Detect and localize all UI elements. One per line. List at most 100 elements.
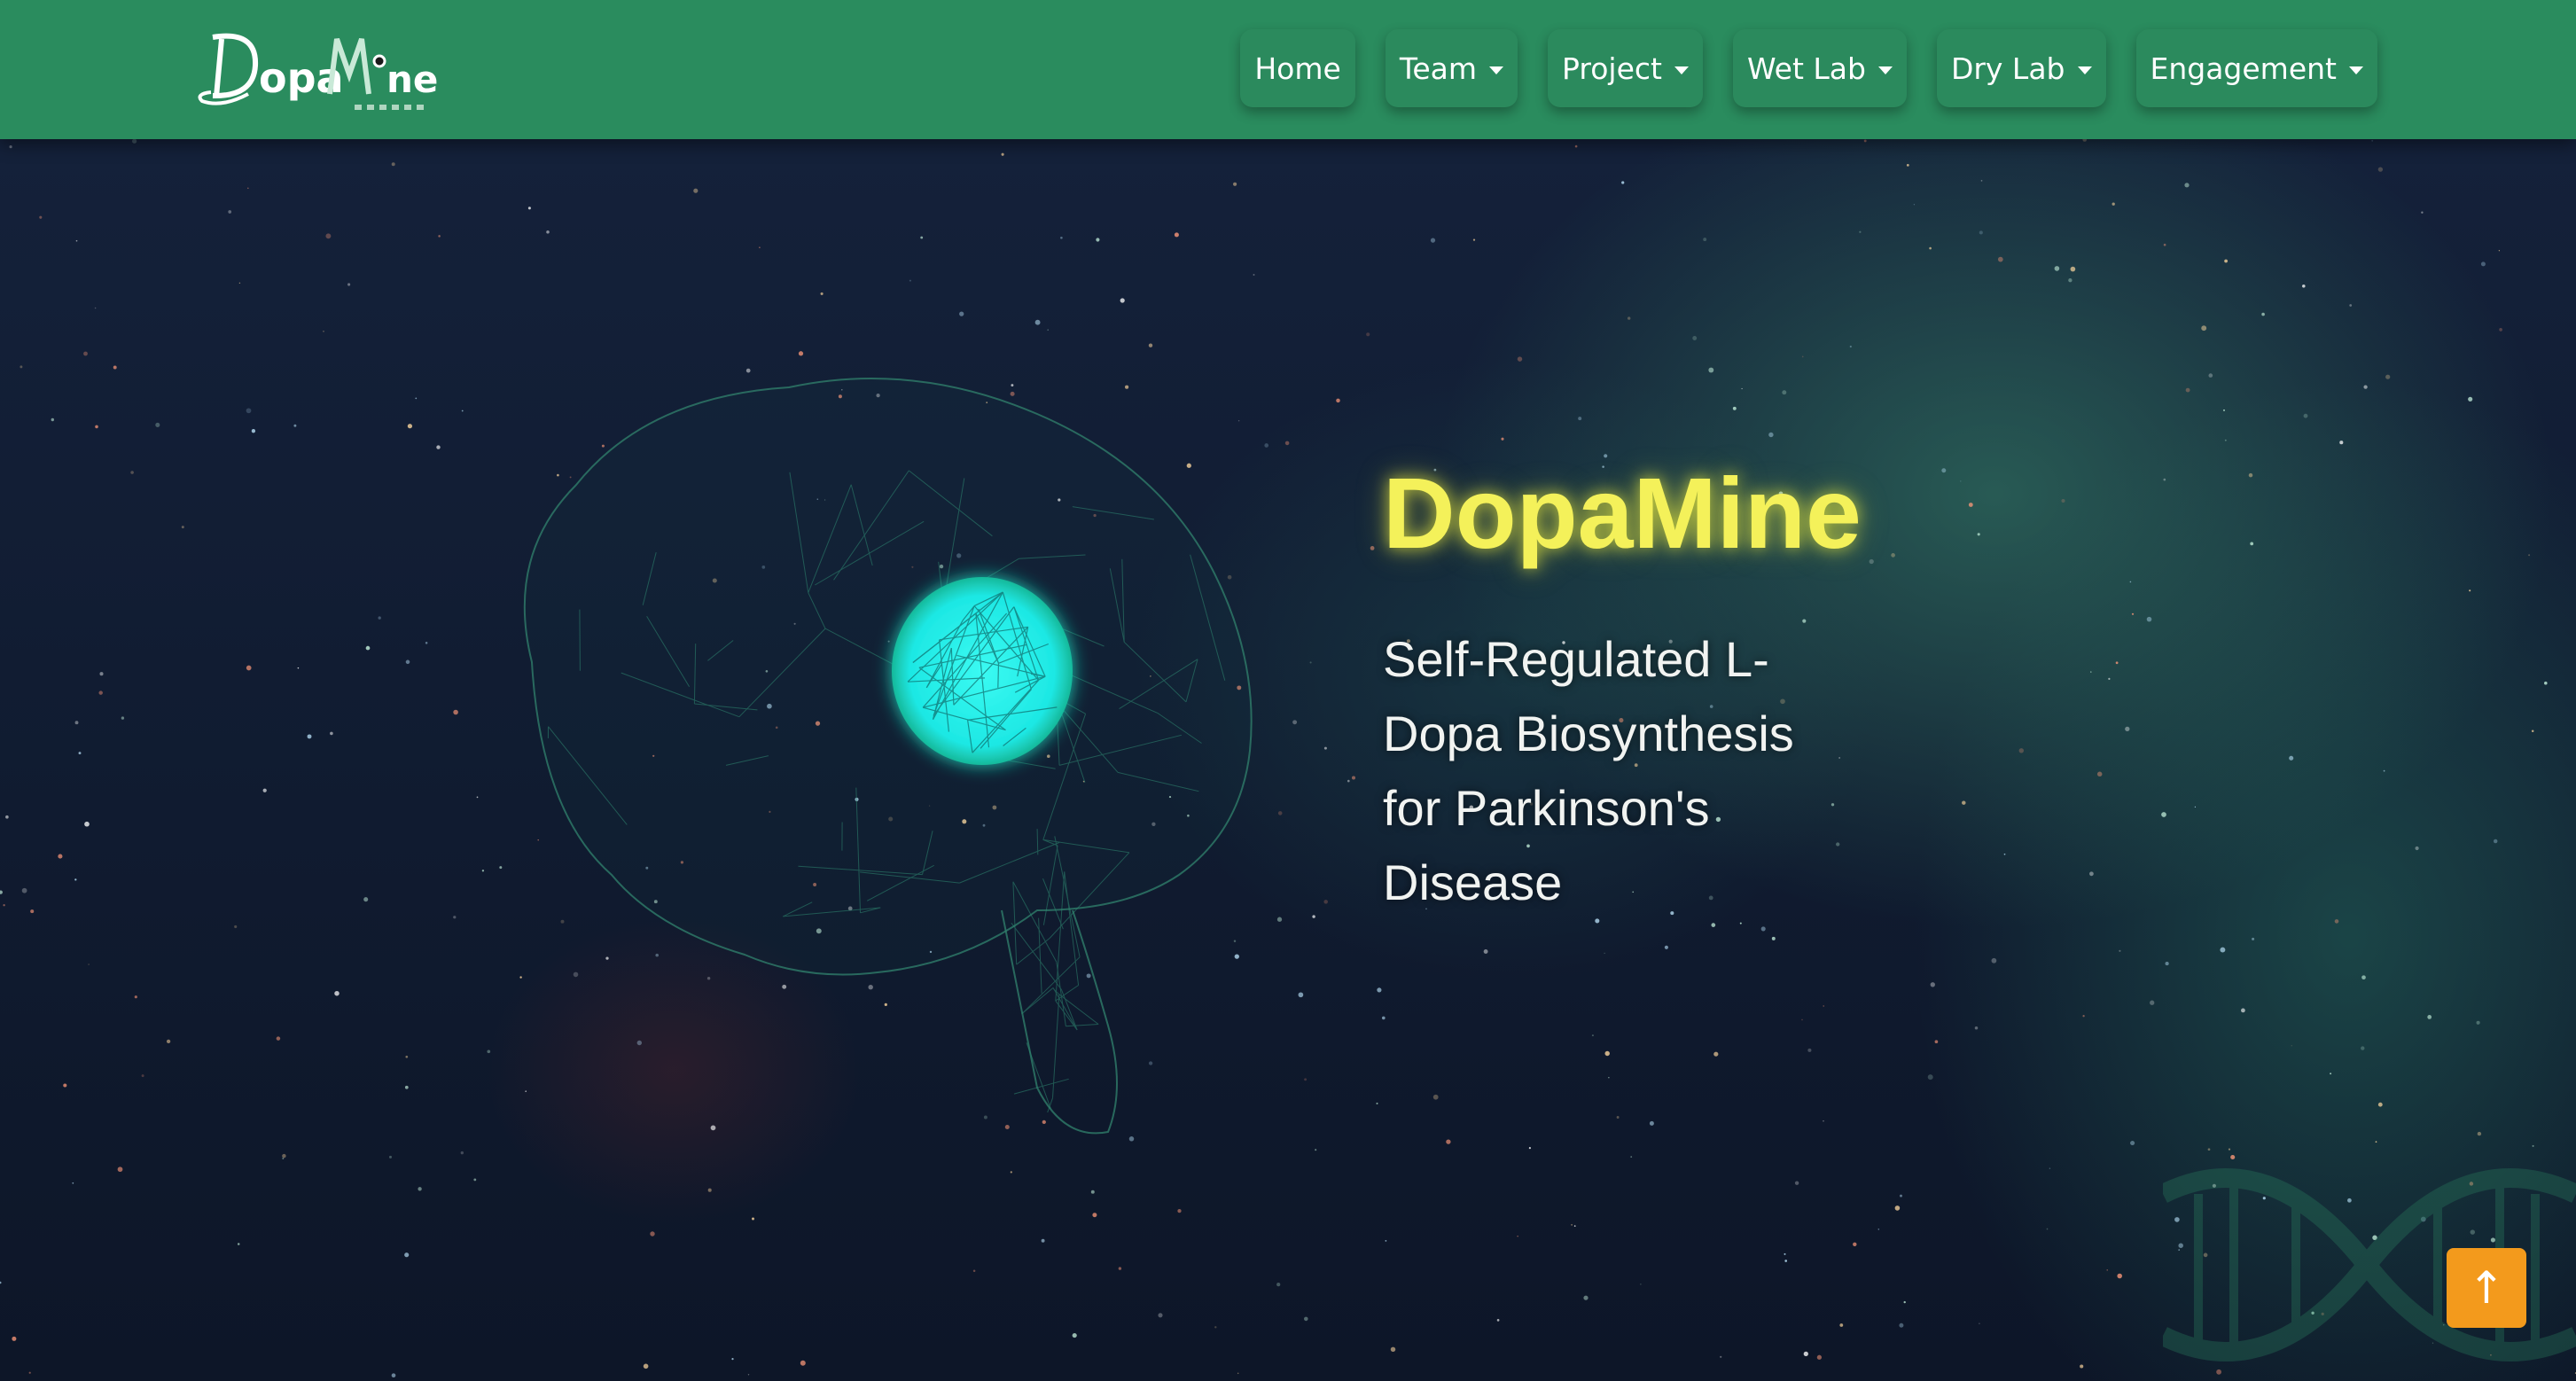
star — [282, 1153, 286, 1159]
star — [1794, 1181, 1799, 1185]
star — [2427, 1015, 2432, 1019]
star — [2115, 661, 2119, 665]
star — [404, 1252, 410, 1258]
mesh-line — [1021, 956, 1081, 1015]
star — [1741, 387, 1743, 390]
star — [1869, 558, 1874, 565]
star — [1214, 1326, 1217, 1329]
star — [307, 734, 312, 739]
star — [1483, 949, 1488, 954]
star — [2117, 1273, 2122, 1279]
star — [2303, 413, 2308, 418]
star — [1784, 1260, 1788, 1262]
star — [1092, 1213, 1097, 1218]
star — [2371, 139, 2374, 142]
star — [1432, 1094, 1439, 1100]
star — [1968, 503, 1973, 507]
star — [1616, 1116, 1620, 1119]
nav-team[interactable]: Team — [1385, 29, 1518, 107]
star — [707, 1188, 712, 1192]
star — [1528, 1147, 1531, 1150]
star — [391, 162, 395, 167]
star — [1960, 480, 1962, 482]
star — [1927, 1074, 1933, 1081]
star — [1517, 1236, 1518, 1237]
star — [2361, 1046, 2365, 1050]
star — [2163, 243, 2166, 246]
star — [276, 1036, 281, 1041]
star — [436, 445, 441, 449]
nav-home[interactable]: Home — [1240, 29, 1355, 107]
star — [1913, 204, 1916, 206]
star — [99, 672, 104, 676]
star — [95, 425, 98, 429]
star — [418, 1187, 422, 1191]
star — [21, 887, 27, 893]
star — [74, 721, 79, 725]
star — [2289, 755, 2294, 761]
star — [1072, 1333, 1077, 1338]
star — [84, 821, 90, 827]
star — [1974, 1026, 1979, 1030]
star — [30, 909, 35, 914]
star — [2468, 396, 2473, 402]
nav-dry-lab[interactable]: Dry Lab — [1936, 29, 2106, 107]
wireframe-brain-image — [523, 378, 1253, 1135]
nav-engagement[interactable]: Engagement — [2135, 29, 2377, 107]
star — [404, 1085, 409, 1089]
star — [1816, 1354, 1823, 1360]
star — [2224, 439, 2227, 441]
star — [2499, 328, 2502, 332]
star — [365, 645, 371, 651]
star — [2532, 1144, 2534, 1147]
star — [131, 139, 137, 144]
star — [1962, 800, 1966, 805]
star — [1929, 246, 1932, 250]
star — [2112, 202, 2115, 206]
nav-dry-lab-label: Dry Lab — [1950, 51, 2065, 86]
star — [2493, 839, 2498, 844]
scroll-to-top-button[interactable]: ↑ — [2447, 1248, 2526, 1328]
star — [2184, 183, 2190, 188]
star — [1628, 316, 1631, 320]
star — [1711, 923, 1716, 927]
caret-down-icon — [1674, 66, 1689, 74]
nav-project[interactable]: Project — [1548, 29, 1703, 107]
star — [75, 239, 78, 242]
star — [1807, 1048, 1812, 1052]
star — [83, 351, 88, 356]
nav-wet-lab[interactable]: Wet Lab — [1732, 29, 1907, 107]
star — [181, 526, 184, 529]
star — [325, 233, 332, 239]
star — [117, 1166, 123, 1173]
star — [2377, 1102, 2383, 1107]
star — [28, 1371, 31, 1374]
star — [20, 365, 23, 369]
star — [1233, 182, 1237, 186]
site-logo[interactable]: opa ne — [186, 12, 452, 119]
star — [2150, 1000, 2155, 1005]
star — [1899, 1322, 1904, 1328]
star — [2165, 962, 2169, 966]
star — [9, 145, 12, 149]
star — [2383, 769, 2385, 772]
caret-down-icon — [1877, 66, 1893, 74]
star — [2131, 612, 2135, 615]
star — [1991, 957, 1997, 964]
star — [2291, 1045, 2292, 1047]
star — [1304, 1316, 1308, 1322]
star — [1891, 553, 1895, 558]
star — [2146, 616, 2152, 622]
star — [238, 282, 241, 284]
mesh-line — [1026, 1042, 1051, 1109]
star — [2070, 266, 2076, 272]
star — [747, 1374, 750, 1376]
star — [2224, 259, 2228, 263]
star — [1979, 1322, 1980, 1324]
star — [246, 665, 252, 671]
star — [1010, 1171, 1012, 1174]
star — [2106, 1269, 2108, 1271]
star — [1849, 345, 1852, 348]
star — [1573, 1225, 1576, 1227]
star — [1664, 945, 1668, 949]
